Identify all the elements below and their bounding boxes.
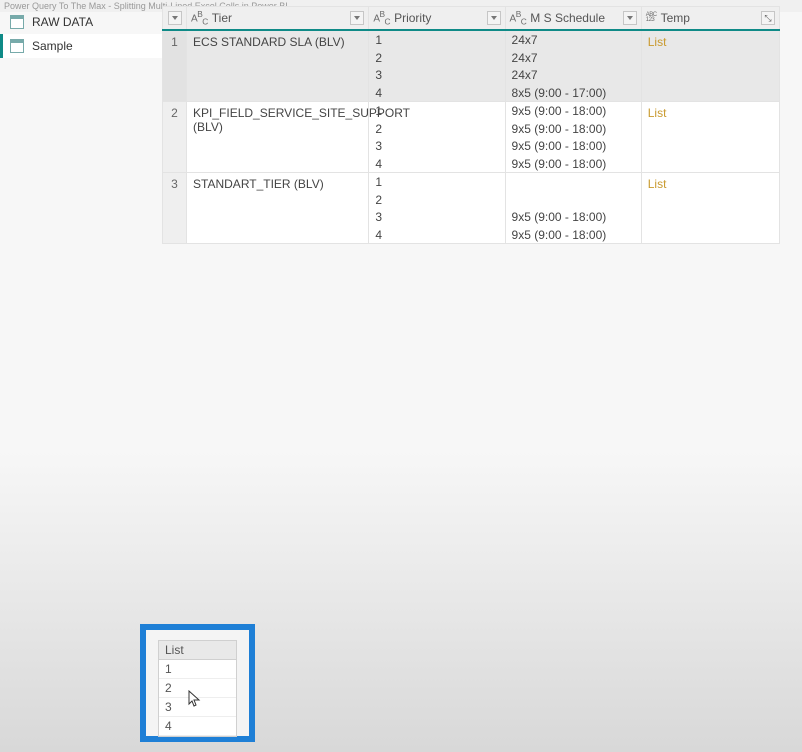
cell-temp[interactable]: List — [641, 102, 779, 173]
column-label: M S Schedule — [530, 11, 605, 25]
cell-schedule[interactable]: 9x5 (9:00 - 18:00) 9x5 (9:00 - 18:00) — [505, 173, 641, 244]
row-index-header[interactable] — [163, 7, 187, 31]
cell-tier[interactable]: ECS STANDARD SLA (BLV) — [187, 30, 369, 102]
table-row[interactable]: 2 KPI_FIELD_SERVICE_SITE_SUPPORT (BLV) 1… — [163, 102, 780, 173]
column-label: Tier — [212, 11, 232, 25]
cell-schedule[interactable]: 24x7 24x7 24x7 8x5 (9:00 - 17:00) — [505, 30, 641, 102]
column-label: Priority — [394, 11, 431, 25]
sidebar-item-sample[interactable]: Sample — [0, 34, 162, 58]
column-label: Temp — [661, 11, 690, 25]
cell-tier[interactable]: KPI_FIELD_SERVICE_SITE_SUPPORT (BLV) — [187, 102, 369, 173]
cell-tier[interactable]: STANDART_TIER (BLV) — [187, 173, 369, 244]
data-preview: ABC Tier ABC Priority — [162, 6, 802, 244]
queries-sidebar: RAW DATA Sample — [0, 6, 162, 58]
sidebar-item-label: Sample — [32, 39, 73, 53]
cell-priority[interactable]: 1 2 3 4 — [369, 30, 505, 102]
preview-header[interactable]: List — [159, 641, 236, 660]
sidebar-item-label: RAW DATA — [32, 15, 93, 29]
column-header-priority[interactable]: ABC Priority — [369, 7, 505, 31]
cell-priority[interactable]: 1 2 3 4 — [369, 173, 505, 244]
table-row[interactable]: 1 ECS STANDARD SLA (BLV) 1 2 3 4 24x7 24… — [163, 30, 780, 102]
column-header-schedule[interactable]: ABC M S Schedule — [505, 7, 641, 31]
column-header-temp[interactable]: ABC123 Temp — [641, 7, 779, 31]
cell-temp[interactable]: List — [641, 30, 779, 102]
column-header-tier[interactable]: ABC Tier — [187, 7, 369, 31]
list-item[interactable]: 3 — [159, 698, 236, 717]
text-type-icon: ABC — [191, 9, 208, 26]
table-row[interactable]: 3 STANDART_TIER (BLV) 1 2 3 4 9x5 (9:00 … — [163, 173, 780, 244]
cell-temp[interactable]: List — [641, 173, 779, 244]
data-grid: ABC Tier ABC Priority — [162, 6, 780, 244]
filter-dropdown-icon[interactable] — [350, 11, 364, 25]
list-item[interactable]: 4 — [159, 717, 236, 736]
filter-dropdown-icon[interactable] — [623, 11, 637, 25]
text-type-icon: ABC — [373, 9, 390, 26]
expand-icon[interactable] — [761, 11, 775, 25]
row-index: 1 — [163, 30, 187, 102]
sidebar-item-raw-data[interactable]: RAW DATA — [0, 10, 162, 34]
any-type-icon: ABC123 — [646, 13, 657, 23]
list-item[interactable]: 1 — [159, 660, 236, 679]
table-icon — [10, 39, 24, 53]
cell-schedule[interactable]: 9x5 (9:00 - 18:00) 9x5 (9:00 - 18:00) 9x… — [505, 102, 641, 173]
row-index: 2 — [163, 102, 187, 173]
text-type-icon: ABC — [510, 9, 527, 26]
filter-dropdown-icon[interactable] — [487, 11, 501, 25]
row-index: 3 — [163, 173, 187, 244]
list-preview-panel: List 1 2 3 4 — [140, 624, 255, 742]
table-menu-icon[interactable] — [168, 11, 182, 25]
list-item[interactable]: 2 — [159, 679, 236, 698]
table-icon — [10, 15, 24, 29]
